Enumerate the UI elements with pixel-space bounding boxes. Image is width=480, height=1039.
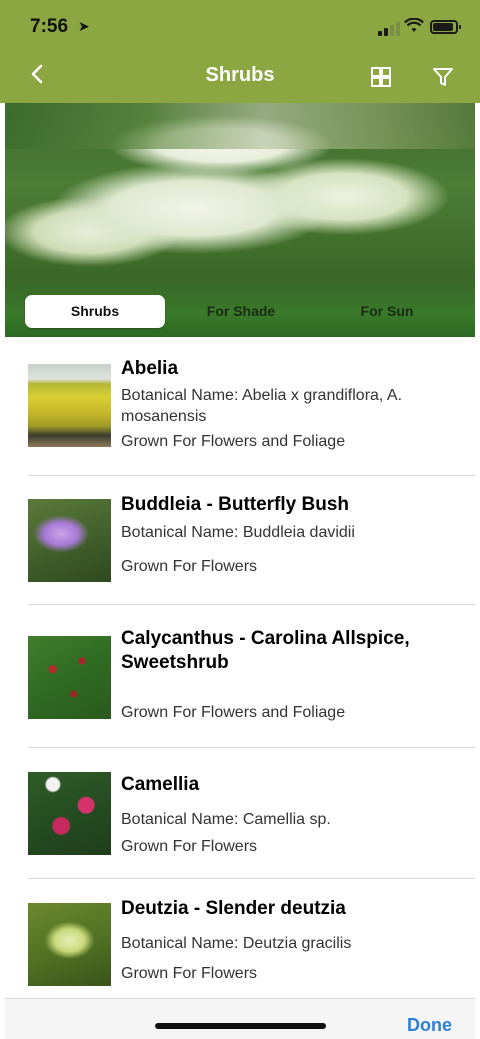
page-title: Shrubs (205, 64, 275, 86)
app-header: 7:56 ➤ Shrubs (0, 0, 480, 103)
done-button[interactable]: Done (407, 1015, 452, 1036)
botanical-name: Botanical Name: Deutzia gracilis (121, 935, 352, 952)
battery-icon (430, 20, 461, 34)
plant-name: Camellia (121, 774, 200, 795)
grown-for: Grown For Flowers and Foliage (121, 704, 346, 721)
botanical-name: Botanical Name: Camellia sp. (121, 811, 331, 828)
grid-icon[interactable] (370, 66, 392, 88)
divider (28, 747, 475, 748)
hero-shrub-image: Shrubs For Shade For Sun (5, 103, 475, 337)
plant-thumbnail (28, 499, 111, 582)
segment-for-sun[interactable]: For Sun (317, 295, 457, 328)
status-bar: 7:56 ➤ (0, 14, 480, 44)
plant-thumbnail (28, 636, 111, 719)
plant-name: Calycanthus - Carolina Allspice, Sweetsh… (121, 628, 410, 673)
grown-for: Grown For Flowers (121, 965, 258, 982)
segment-for-shade[interactable]: For Shade (171, 295, 311, 328)
plant-thumbnail (28, 364, 111, 447)
plant-name: Abelia (121, 358, 179, 379)
botanical-name: Botanical Name: Abelia x grandiflora, A.… (121, 387, 403, 425)
navigation-bar: Shrubs (0, 56, 480, 100)
grown-for: Grown For Flowers (121, 558, 258, 575)
wifi-icon (404, 18, 424, 32)
status-time: 7:56 (30, 16, 69, 37)
filter-icon[interactable] (432, 66, 454, 88)
home-indicator[interactable] (155, 1023, 326, 1029)
plant-name: Buddleia - Butterfly Bush (121, 494, 350, 515)
plant-name: Deutzia - Slender deutzia (121, 898, 346, 919)
location-arrow-icon: ➤ (78, 18, 90, 34)
bottom-toolbar (5, 998, 475, 1039)
plant-thumbnail (28, 772, 111, 855)
divider (28, 475, 475, 476)
hero-background (5, 103, 475, 149)
cellular-signal-icon (378, 22, 400, 36)
botanical-name: Botanical Name: Buddleia davidii (121, 524, 355, 541)
grown-for: Grown For Flowers (121, 838, 258, 855)
divider (28, 604, 475, 605)
divider (28, 878, 475, 879)
grown-for: Grown For Flowers and Foliage (121, 433, 346, 450)
plant-thumbnail (28, 903, 111, 986)
segment-shrubs[interactable]: Shrubs (25, 295, 165, 328)
category-segmented-control: Shrubs For Shade For Sun (25, 295, 457, 328)
